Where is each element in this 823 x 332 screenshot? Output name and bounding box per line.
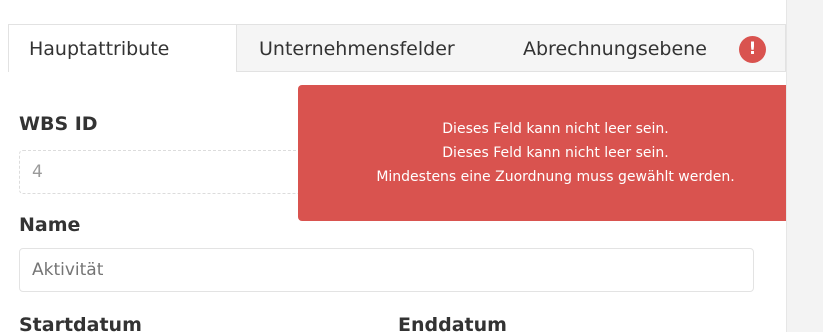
scrollbar-gutter[interactable]: [786, 0, 823, 332]
validation-error-tooltip: Dieses Feld kann nicht leer sein. Dieses…: [298, 85, 813, 221]
tab-label: Unternehmensfelder: [259, 38, 455, 60]
tab-strip: Hauptattribute Unternehmensfelder Abrech…: [0, 24, 786, 72]
startdatum-label: Startdatum: [19, 314, 142, 332]
tab-label: Hauptattribute: [29, 38, 170, 60]
name-label: Name: [19, 214, 81, 236]
tab-label: Abrechnungsebene: [523, 38, 707, 60]
error-message: Dieses Feld kann nicht leer sein.: [442, 145, 669, 161]
enddatum-label: Enddatum: [398, 314, 507, 332]
wbs-id-field[interactable]: 4: [19, 150, 309, 194]
error-message: Dieses Feld kann nicht leer sein.: [442, 121, 669, 137]
name-input[interactable]: [19, 248, 754, 292]
tab-abrechnungsebene[interactable]: Abrechnungsebene !: [509, 24, 786, 72]
exclamation-error-icon: !: [739, 36, 766, 63]
form-panel: Hauptattribute Unternehmensfelder Abrech…: [0, 0, 823, 332]
error-message: Mindestens eine Zuordnung muss gewählt w…: [376, 169, 735, 185]
wbs-id-label: WBS ID: [19, 113, 98, 135]
tab-hauptattribute[interactable]: Hauptattribute: [8, 24, 237, 72]
tab-unternehmensfelder[interactable]: Unternehmensfelder: [237, 24, 509, 72]
